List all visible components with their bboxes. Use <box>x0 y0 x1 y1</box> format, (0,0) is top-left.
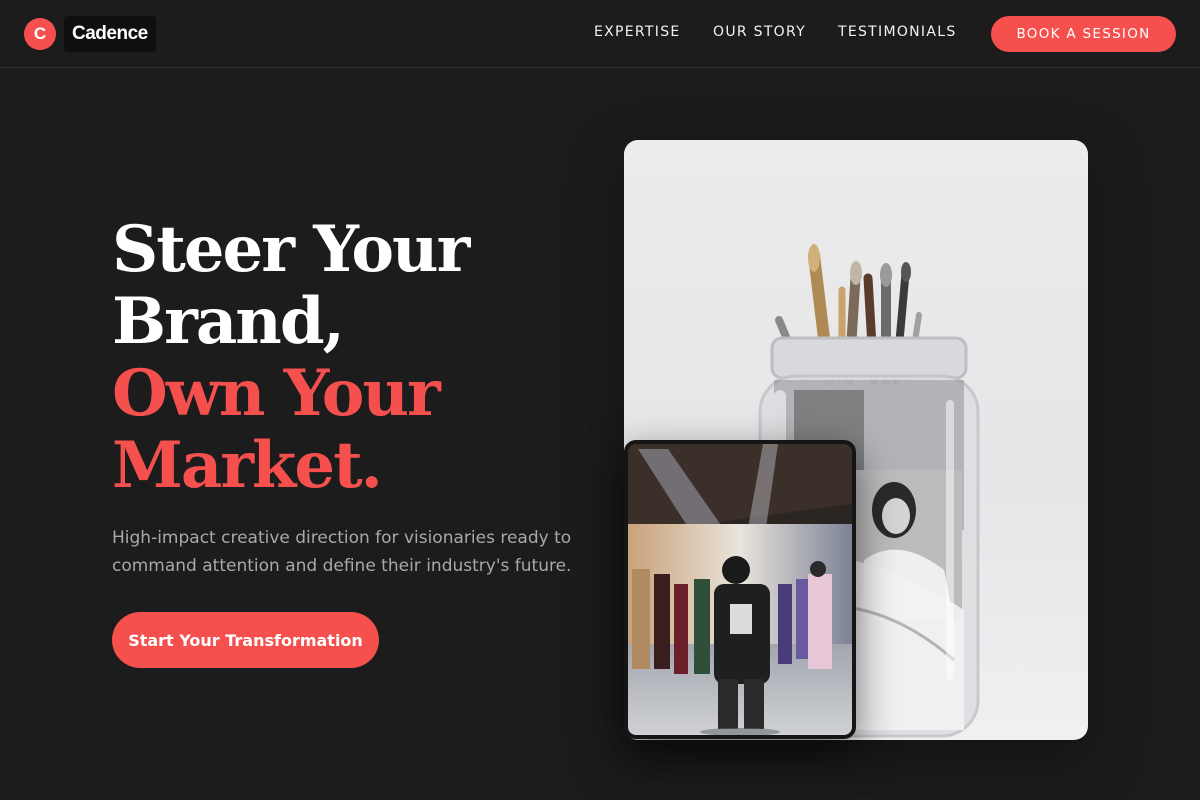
brand-name[interactable]: Cadence <box>64 16 156 52</box>
headline-line-2: Brand, <box>112 284 345 359</box>
book-session-button[interactable]: BOOK A SESSION <box>991 16 1176 52</box>
nav-link-expertise[interactable]: EXPERTISE <box>594 24 681 44</box>
logo-icon[interactable]: C <box>24 18 56 50</box>
nav-link-our-story[interactable]: OUR STORY <box>713 24 806 44</box>
headline-accent-line-1: Own Your <box>112 356 441 431</box>
fashion-show-photo <box>624 440 856 739</box>
hero-headline: Steer Your Brand, Own Your Market. <box>112 214 582 502</box>
start-transformation-button[interactable]: Start Your Transformation <box>112 612 379 668</box>
hero-subtext: High-impact creative direction for visio… <box>112 528 572 576</box>
nav-link-testimonials[interactable]: TESTIMONIALS <box>838 24 957 44</box>
site-header: C Cadence EXPERTISE OUR STORY TESTIMONIA… <box>0 0 1200 68</box>
fashion-show-illustration <box>628 444 852 735</box>
headline-line-1: Steer Your <box>112 212 470 287</box>
headline-accent-line-2: Market. <box>112 428 383 503</box>
